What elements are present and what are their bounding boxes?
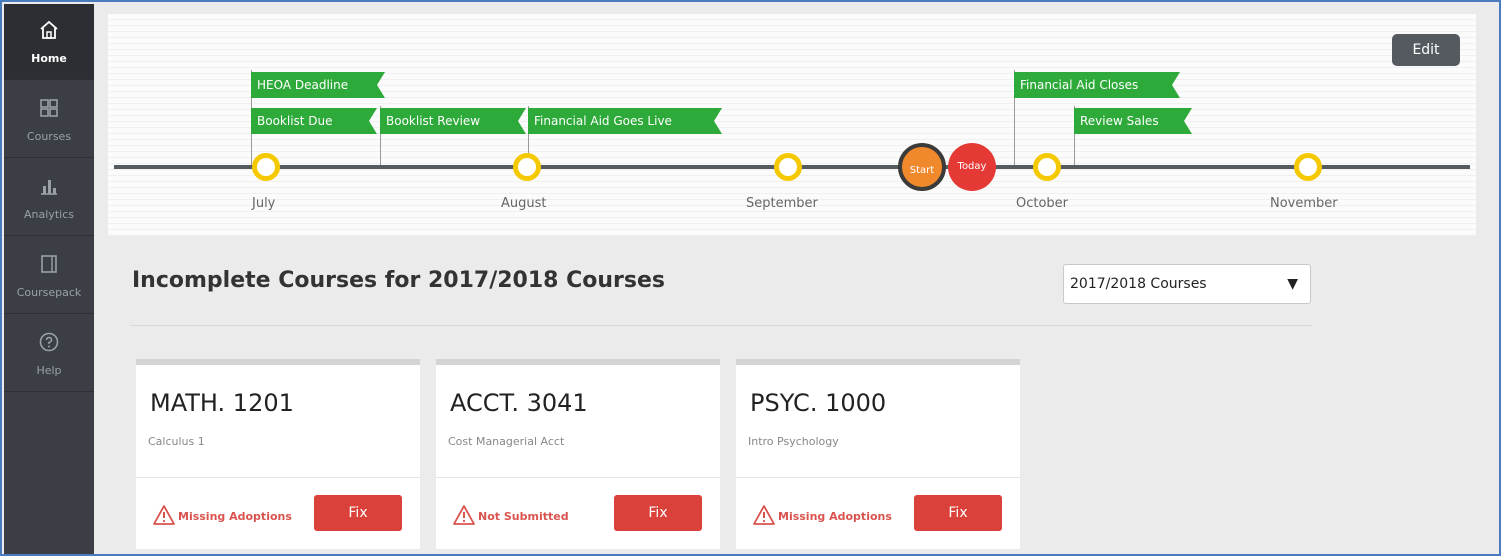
sidebar-item-label: Coursepack bbox=[16, 286, 82, 299]
home-icon bbox=[40, 20, 58, 39]
month-label-september: September bbox=[746, 196, 818, 211]
warning-icon bbox=[153, 505, 175, 525]
course-code: ACCT. 3041 bbox=[450, 389, 588, 417]
sidebar-item-coursepack[interactable]: Coursepack bbox=[4, 238, 94, 314]
course-card: PSYC. 1000 Intro Psychology Missing Adop… bbox=[736, 359, 1020, 549]
fix-button[interactable]: Fix bbox=[314, 495, 402, 531]
dropdown-arrow-icon: ▼ bbox=[1287, 276, 1298, 292]
course-card: ACCT. 3041 Cost Managerial Acct Not Subm… bbox=[436, 359, 720, 549]
timeline-flag-review-sales[interactable]: Review Sales bbox=[1074, 108, 1192, 134]
sidebar-item-help[interactable]: Help bbox=[4, 316, 94, 392]
help-circle-icon bbox=[39, 332, 59, 352]
card-divider bbox=[436, 477, 720, 478]
edit-button[interactable]: Edit bbox=[1392, 34, 1460, 66]
card-divider bbox=[136, 477, 420, 478]
sidebar-item-label: Courses bbox=[26, 130, 72, 143]
book-icon bbox=[41, 255, 57, 273]
grid-icon bbox=[40, 99, 58, 117]
sidebar-item-label: Help bbox=[36, 364, 62, 377]
start-marker[interactable]: Start bbox=[898, 143, 946, 191]
term-select[interactable]: 2017/2018 Courses ▼ bbox=[1063, 264, 1311, 304]
month-label-november: November bbox=[1270, 196, 1338, 211]
card-divider bbox=[736, 477, 1020, 478]
bar-chart-icon bbox=[41, 180, 57, 195]
course-name: Calculus 1 bbox=[148, 435, 205, 448]
warning-icon bbox=[753, 505, 775, 525]
course-status: Missing Adoptions bbox=[778, 510, 892, 523]
sidebar-item-courses[interactable]: Courses bbox=[4, 82, 94, 158]
sidebar-item-label: Home bbox=[31, 52, 67, 65]
month-label-july: July bbox=[252, 196, 276, 211]
sidebar: Home Courses Analytics Coursepack Help bbox=[4, 4, 94, 554]
timeline-flag-heoa-deadline[interactable]: HEOA Deadline bbox=[251, 72, 385, 98]
app-frame: Home Courses Analytics Coursepack Help E… bbox=[0, 0, 1501, 556]
warning-icon bbox=[453, 505, 475, 525]
timeline-flag-booklist-due[interactable]: Booklist Due bbox=[251, 108, 377, 134]
today-marker[interactable]: Today bbox=[948, 143, 996, 191]
main-content: Edit HEOA Deadline Booklist Due Booklist… bbox=[94, 4, 1499, 554]
sidebar-item-analytics[interactable]: Analytics bbox=[4, 160, 94, 236]
month-label-august: August bbox=[501, 196, 547, 211]
course-status: Missing Adoptions bbox=[178, 510, 292, 523]
month-dot-july[interactable] bbox=[252, 153, 280, 181]
course-card: MATH. 1201 Calculus 1 Missing Adoptions … bbox=[136, 359, 420, 549]
month-dot-september[interactable] bbox=[774, 153, 802, 181]
month-label-october: October bbox=[1016, 196, 1069, 211]
course-code: MATH. 1201 bbox=[150, 389, 294, 417]
month-dot-october[interactable] bbox=[1033, 153, 1061, 181]
term-select-value: 2017/2018 Courses bbox=[1070, 276, 1207, 292]
course-name: Intro Psychology bbox=[748, 435, 839, 448]
fix-button[interactable]: Fix bbox=[914, 495, 1002, 531]
sidebar-item-label: Analytics bbox=[24, 208, 74, 221]
fix-button[interactable]: Fix bbox=[614, 495, 702, 531]
timeline-flag-booklist-review[interactable]: Booklist Review bbox=[380, 108, 526, 134]
section-divider bbox=[130, 325, 1312, 326]
month-dot-november[interactable] bbox=[1294, 153, 1322, 181]
month-dot-august[interactable] bbox=[513, 153, 541, 181]
timeline-flag-financial-aid-goes-live[interactable]: Financial Aid Goes Live bbox=[528, 108, 722, 134]
timeline-flag-financial-aid-closes[interactable]: Financial Aid Closes bbox=[1014, 72, 1180, 98]
page-title: Incomplete Courses for 2017/2018 Courses bbox=[132, 268, 666, 293]
sidebar-item-home[interactable]: Home bbox=[4, 4, 94, 80]
course-code: PSYC. 1000 bbox=[750, 389, 887, 417]
course-status: Not Submitted bbox=[478, 510, 569, 523]
timeline-panel: Edit HEOA Deadline Booklist Due Booklist… bbox=[108, 14, 1476, 236]
course-name: Cost Managerial Acct bbox=[448, 435, 565, 448]
